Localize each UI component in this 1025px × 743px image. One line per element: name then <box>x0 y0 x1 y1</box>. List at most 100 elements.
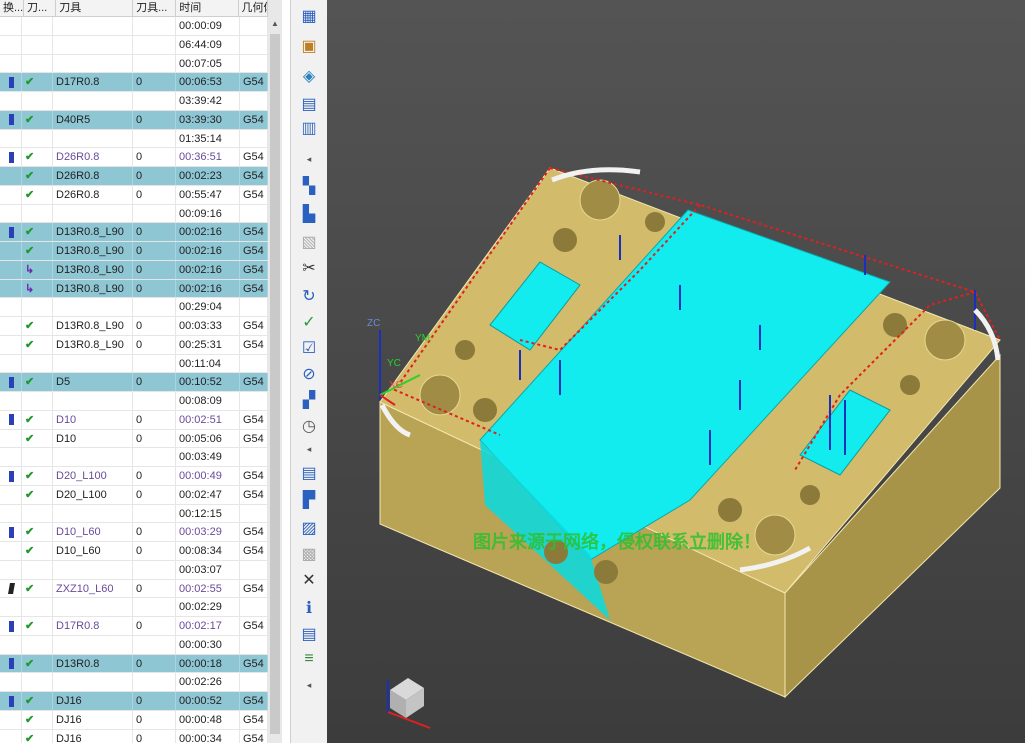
scroll-up-arrow-icon[interactable]: ▲ <box>270 18 280 30</box>
output-icon[interactable]: ▛ <box>299 492 319 510</box>
operation-row[interactable]: 00:02:26 <box>0 673 268 692</box>
create-program-icon[interactable]: ▣ <box>299 38 319 56</box>
operation-row[interactable]: ✔ D17R0.8 0 00:02:17 G54 <box>0 617 268 636</box>
time-cell: 00:00:09 <box>176 17 240 35</box>
operation-row[interactable]: ✔ D13R0.8_L90 0 00:25:31 G54 <box>0 335 268 355</box>
operation-row[interactable]: 00:09:16 <box>0 204 268 224</box>
operation-row[interactable]: ↳ D13R0.8_L90 0 00:02:16 G54 <box>0 260 268 280</box>
operation-row[interactable]: ✔ D10_L60 0 00:03:29 G54 <box>0 523 268 542</box>
column-header-change[interactable]: 换... <box>0 0 25 16</box>
operation-row[interactable]: 00:02:29 <box>0 598 268 617</box>
column-header-tool-number[interactable]: 刀具... <box>133 0 177 16</box>
operation-row[interactable]: ✔ D10 0 00:05:06 G54 <box>0 429 268 449</box>
status-cell <box>22 35 53 54</box>
status-cell <box>22 354 53 373</box>
operation-row[interactable]: ✔ D26R0.8 0 00:55:47 G54 <box>0 185 268 205</box>
tool-cell <box>53 17 133 35</box>
tool-number-cell: 0 <box>133 223 176 241</box>
verify-icon[interactable]: ✓ <box>299 314 319 332</box>
tool-path-edit-icon[interactable]: ▚ <box>299 178 319 196</box>
expand-icon-3[interactable]: ◂ <box>299 676 319 694</box>
status-cell: ✔ <box>22 617 53 635</box>
tool-number-cell <box>133 354 176 373</box>
generate-operation-icon[interactable]: ▦ <box>299 8 319 26</box>
operation-row[interactable]: ✔ DJ16 0 00:00:52 G54 <box>0 692 268 711</box>
create-geometry-icon[interactable]: ▤ <box>299 96 319 114</box>
operation-row[interactable]: ✔ D13R0.8_L90 0 00:03:33 G54 <box>0 317 268 336</box>
operation-row[interactable]: ✔ D13R0.8 0 00:00:18 G54 <box>0 654 268 674</box>
column-header-geometry[interactable]: 几何体 <box>239 0 268 16</box>
expand-icon-2[interactable]: ◂ <box>299 440 319 458</box>
delete-icon[interactable]: ✕ <box>299 572 319 590</box>
info-icon[interactable]: ℹ <box>299 600 319 618</box>
tool-path-disabled-icon[interactable]: ▧ <box>299 234 319 252</box>
time-cell: 00:00:30 <box>176 635 240 654</box>
axis-label-zc: ZC <box>367 318 381 329</box>
operation-row[interactable]: ✔ D5 0 00:10:52 G54 <box>0 373 268 392</box>
layer-icon[interactable]: ≡ <box>299 650 319 668</box>
graphics-viewport[interactable]: YM YC ZC XC <box>327 0 1025 743</box>
copy-icon[interactable]: ▨ <box>299 520 319 538</box>
tool-change-bar-icon <box>9 620 14 632</box>
operation-row[interactable]: 00:00:09 <box>0 17 268 36</box>
operation-row[interactable]: ✔ ZXZ10_L60 0 00:02:55 G54 <box>0 579 268 599</box>
operation-row[interactable]: 00:12:15 <box>0 504 268 524</box>
cut-icon[interactable]: ✂ <box>299 260 319 278</box>
checkmark-icon: ✔ <box>25 620 35 632</box>
operation-row[interactable]: 00:00:30 <box>0 635 268 655</box>
operation-row[interactable]: ✔ D20_L100 0 00:00:49 G54 <box>0 467 268 486</box>
axis-label-xc: XC <box>389 380 403 391</box>
replay-icon[interactable]: ↻ <box>299 288 319 306</box>
time-cell: 03:39:30 <box>176 110 240 129</box>
operation-row[interactable]: 00:03:49 <box>0 448 268 467</box>
shop-doc-icon[interactable]: ▤ <box>299 465 319 483</box>
time-cell: 00:02:16 <box>176 260 240 279</box>
time-cell: 00:02:26 <box>176 673 240 691</box>
operation-row[interactable]: ✔ D20_L100 0 00:02:47 G54 <box>0 485 268 505</box>
operation-row[interactable]: ✔ D26R0.8 0 00:36:51 G54 <box>0 148 268 167</box>
check-icon[interactable]: ☑ <box>299 340 319 358</box>
operation-row[interactable]: 03:39:42 <box>0 92 268 111</box>
operation-row[interactable]: ✔ D10_L60 0 00:08:34 G54 <box>0 542 268 561</box>
operation-row[interactable]: ↳ D13R0.8_L90 0 00:02:16 G54 <box>0 279 268 299</box>
time-cell: 00:06:53 <box>176 73 240 91</box>
time-cell: 00:02:23 <box>176 167 240 185</box>
marker-cell <box>0 17 22 35</box>
status-cell <box>22 129 53 148</box>
column-header-time[interactable]: 时间 <box>176 0 239 16</box>
property-icon[interactable]: ▤ <box>299 626 319 644</box>
time-icon[interactable]: ◷ <box>299 418 319 436</box>
operation-row[interactable]: ✔ D40R5 0 03:39:30 G54 <box>0 110 268 130</box>
operation-row[interactable]: ✔ D13R0.8_L90 0 00:02:16 G54 <box>0 223 268 242</box>
column-header-toolpath[interactable]: 刀... <box>24 0 57 16</box>
geometry-cell <box>240 17 268 35</box>
operation-row[interactable]: 00:08:09 <box>0 392 268 411</box>
marker-cell <box>0 167 22 185</box>
operation-row[interactable]: ✔ D13R0.8_L90 0 00:02:16 G54 <box>0 242 268 261</box>
operation-row[interactable]: 01:35:14 <box>0 129 268 149</box>
operation-row[interactable]: 00:03:07 <box>0 560 268 580</box>
create-method-icon[interactable]: ▥ <box>299 120 319 138</box>
operation-row[interactable]: ✔ D26R0.8 0 00:02:23 G54 <box>0 167 268 186</box>
operation-row[interactable]: ✔ DJ16 0 00:00:34 G54 <box>0 729 268 743</box>
disabled-icon[interactable]: ▩ <box>299 546 319 564</box>
time-cell: 00:02:16 <box>176 223 240 241</box>
scrollbar-thumb[interactable] <box>270 34 280 734</box>
time-cell: 00:29:04 <box>176 298 240 316</box>
tool-path-list-icon[interactable]: ▙ <box>299 206 319 224</box>
expand-icon[interactable]: ◂ <box>299 150 319 168</box>
time-cell: 00:08:34 <box>176 542 240 560</box>
geometry-cell: G54 <box>240 429 268 448</box>
operation-row[interactable]: ✔ DJ16 0 00:00:48 G54 <box>0 710 268 730</box>
post-process-icon[interactable]: ▞ <box>299 392 319 410</box>
column-header-tool[interactable]: 刀具 <box>56 0 134 16</box>
create-tool-icon[interactable]: ◈ <box>299 68 319 86</box>
operation-row[interactable]: 00:07:05 <box>0 54 268 74</box>
operation-row[interactable]: ✔ D17R0.8 0 00:06:53 G54 <box>0 73 268 92</box>
gouge-check-icon[interactable]: ⊘ <box>299 366 319 384</box>
operation-row[interactable]: 00:11:04 <box>0 354 268 374</box>
marker-cell <box>0 242 22 260</box>
operation-row[interactable]: ✔ D10 0 00:02:51 G54 <box>0 410 268 430</box>
operation-row[interactable]: 06:44:09 <box>0 35 268 55</box>
operation-row[interactable]: 00:29:04 <box>0 298 268 317</box>
